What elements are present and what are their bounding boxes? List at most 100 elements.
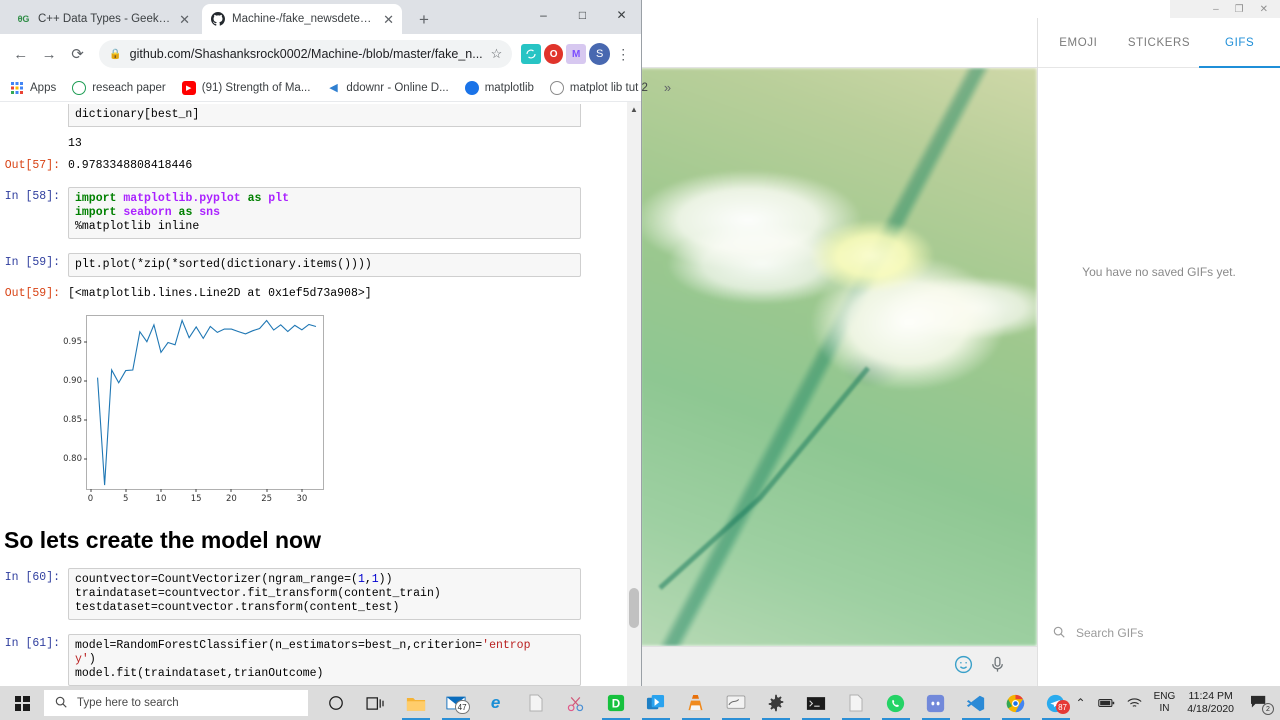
browser-minimize-button[interactable]: –: [524, 0, 563, 30]
code-input[interactable]: model=RandomForestClassifier(n_estimator…: [68, 634, 581, 686]
battery-icon[interactable]: [1097, 698, 1115, 708]
tab-gifs[interactable]: GIFS: [1199, 18, 1280, 68]
chevron-up-icon[interactable]: ⌃: [1076, 696, 1086, 710]
profile-avatar[interactable]: S: [588, 43, 611, 65]
action-center-icon[interactable]: 2: [1246, 692, 1274, 715]
language-indicator[interactable]: ENG IN: [1154, 691, 1176, 715]
extension-m-icon[interactable]: M: [566, 44, 586, 64]
notebook-cell-61[interactable]: In [61]: model=RandomForestClassifier(n_…: [0, 634, 627, 686]
gif-picker-tabs: EMOJI STICKERS GIFS: [1038, 18, 1280, 68]
taskbar-search-input[interactable]: [77, 697, 293, 709]
browser-tab-1[interactable]: θG C++ Data Types - GeeksforGeeks ✕: [8, 4, 198, 34]
telegram-icon[interactable]: 87: [1036, 686, 1076, 720]
gif-search-input[interactable]: [1076, 626, 1246, 640]
gif-search-bar[interactable]: [1038, 613, 1280, 653]
microphone-icon[interactable]: [988, 655, 1007, 679]
bookmark-ddownr[interactable]: ◀ ddownr - Online D...: [326, 81, 449, 95]
chart-y-tick-label: 0.80: [63, 454, 82, 465]
jupyter-icon[interactable]: [716, 686, 756, 720]
file-explorer-icon[interactable]: [396, 686, 436, 720]
code-input[interactable]: plt.plot(*zip(*sorted(dictionary.items()…: [68, 253, 581, 277]
chart-x-tick-mark: [90, 489, 92, 492]
terminal-icon[interactable]: [796, 686, 836, 720]
gif-close-button[interactable]: ✕: [1260, 4, 1268, 15]
vscode-icon[interactable]: [956, 686, 996, 720]
browser-window-controls: – □ ✕: [524, 0, 641, 30]
code-input[interactable]: import matplotlib.pyplot as plt import s…: [68, 187, 581, 239]
snipping-tool-icon[interactable]: [556, 686, 596, 720]
task-view-icon[interactable]: [356, 686, 396, 720]
gif-minimize-button[interactable]: –: [1213, 4, 1219, 15]
bookmark-star-icon[interactable]: ☆: [491, 46, 503, 62]
taskbar-app-icons: 47 e D 87: [316, 686, 1076, 720]
bookmark-apps[interactable]: Apps: [10, 81, 56, 95]
tab-emoji[interactable]: EMOJI: [1038, 18, 1119, 67]
vlc-icon[interactable]: [676, 686, 716, 720]
document-icon[interactable]: [516, 686, 556, 720]
clock-date: 4/18/2020: [1187, 703, 1234, 715]
emoji-smiley-icon[interactable]: [953, 654, 974, 680]
forward-button[interactable]: →: [36, 41, 61, 67]
notebook-cell-60[interactable]: In [60]: countvector=CountVectorizer(ngr…: [0, 568, 627, 620]
bookmark-youtube-video[interactable]: ▶ (91) Strength of Ma...: [181, 80, 310, 95]
windows-taskbar: 47 e D 87 ⌃ ENG IN 11:24 PM 4/18/2020 2: [0, 686, 1280, 720]
reload-button[interactable]: ⟳: [65, 41, 90, 67]
globe-icon: [464, 80, 479, 95]
bookmark-research-paper[interactable]: reseach paper: [72, 80, 166, 95]
github-icon: [210, 12, 225, 27]
code-input[interactable]: dictionary[best_n]: [68, 104, 581, 127]
code-input[interactable]: countvector=CountVectorizer(ngram_range=…: [68, 568, 581, 620]
scroll-up-arrow-icon[interactable]: ▲: [627, 102, 641, 116]
anydesk-icon[interactable]: [636, 686, 676, 720]
bookmarks-overflow-icon[interactable]: »: [664, 80, 671, 95]
notebook-cell-59[interactable]: In [59]: plt.plot(*zip(*sorted(dictionar…: [0, 253, 627, 277]
back-button[interactable]: ←: [8, 41, 33, 67]
output-text: 0.9783348808418446: [68, 159, 193, 172]
browser-close-button[interactable]: ✕: [602, 0, 641, 30]
extension-opera-icon[interactable]: O: [543, 44, 564, 64]
whatsapp-icon[interactable]: [876, 686, 916, 720]
scroll-thumb[interactable]: [629, 588, 639, 628]
dropbox-icon-glyph: D: [605, 692, 627, 714]
mail-icon[interactable]: 47: [436, 686, 476, 720]
gif-maximize-button[interactable]: ❐: [1235, 4, 1244, 15]
start-button[interactable]: [0, 686, 44, 720]
clock[interactable]: 11:24 PM 4/18/2020: [1187, 690, 1234, 716]
dropbox-icon[interactable]: D: [596, 686, 636, 720]
settings-gear-icon[interactable]: [756, 686, 796, 720]
new-tab-button[interactable]: +: [412, 8, 436, 32]
address-bar[interactable]: 🔒 github.com/Shashanksrock0002/Machine-/…: [99, 40, 513, 68]
geeksforgeeks-icon: θG: [17, 14, 30, 24]
discord-icon[interactable]: [916, 686, 956, 720]
cell-prompt: [0, 104, 68, 127]
browser-tab-2-close-icon[interactable]: ✕: [383, 13, 394, 26]
tab-stickers[interactable]: STICKERS: [1119, 18, 1200, 67]
bookmark-matplotlib-tut-2[interactable]: matplot lib tut 2: [549, 80, 648, 95]
cell-prompt: [0, 134, 68, 151]
chart-x-tick-mark: [266, 489, 268, 492]
chrome-menu-icon[interactable]: ⋮: [613, 46, 633, 63]
notebook-cell-58[interactable]: In [58]: import matplotlib.pyplot as plt…: [0, 187, 627, 239]
anydesk-icon-glyph: [645, 692, 667, 714]
cortana-icon[interactable]: [316, 686, 356, 720]
page-scrollbar[interactable]: ▲ ▼: [627, 102, 641, 708]
wifi-icon[interactable]: [1127, 697, 1142, 709]
bookmark-matplotlib[interactable]: matplotlib: [464, 80, 534, 95]
notepad-icon[interactable]: [836, 686, 876, 720]
edge-icon[interactable]: e: [476, 686, 516, 720]
browser-tab-1-title: C++ Data Types - GeeksforGeeks: [38, 13, 172, 25]
chart-y-tick-label: 0.90: [63, 376, 82, 387]
browser-tab-1-close-icon[interactable]: ✕: [179, 13, 190, 26]
lock-icon: 🔒: [109, 48, 122, 60]
task-view-icon-glyph: [365, 692, 387, 714]
extension-teal-icon[interactable]: [521, 44, 541, 64]
clock-time: 11:24 PM: [1188, 690, 1233, 702]
browser-maximize-button[interactable]: □: [563, 0, 602, 30]
taskbar-search-box[interactable]: [44, 690, 308, 716]
chrome-icon[interactable]: [996, 686, 1036, 720]
notebook-cell-partial[interactable]: dictionary[best_n]: [0, 104, 627, 127]
browser-tab-2[interactable]: Machine-/fake_newsdetection_w ✕: [202, 4, 402, 34]
chart-y-tick-mark: [84, 419, 87, 421]
gif-empty-message: You have no saved GIFs yet.: [1082, 265, 1236, 279]
vlc-icon-glyph: [685, 692, 707, 714]
